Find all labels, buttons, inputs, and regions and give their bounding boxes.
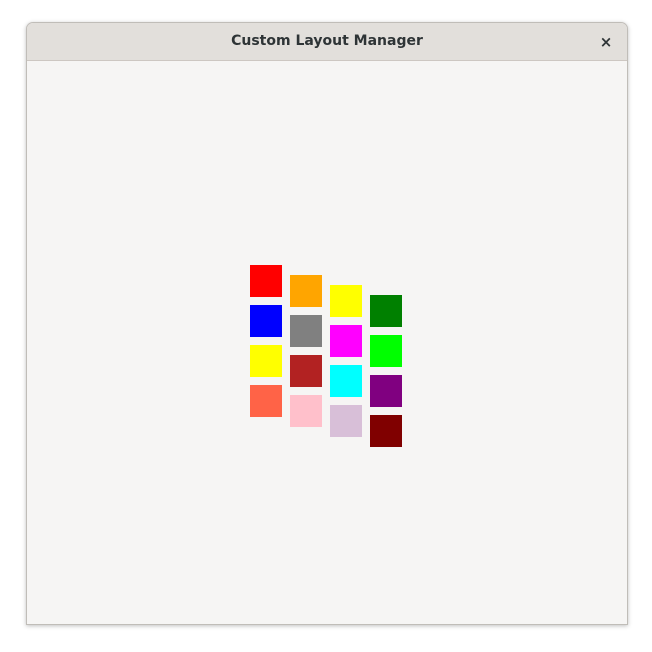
- swatch-thistle: [330, 405, 362, 437]
- swatch-blue: [250, 305, 282, 337]
- swatch-maroon: [370, 415, 402, 447]
- swatch-lime: [370, 335, 402, 367]
- swatch-orange: [290, 275, 322, 307]
- swatch-yellow-2: [330, 285, 362, 317]
- content-area: [27, 61, 627, 624]
- swatch-purple: [370, 375, 402, 407]
- swatch-pink: [290, 395, 322, 427]
- swatch-firebrick: [290, 355, 322, 387]
- app-window: Custom Layout Manager ×: [26, 22, 628, 625]
- title-bar[interactable]: Custom Layout Manager ×: [27, 23, 627, 61]
- window-title: Custom Layout Manager: [231, 33, 423, 49]
- swatch-red: [250, 265, 282, 297]
- swatch-yellow: [250, 345, 282, 377]
- swatch-green: [370, 295, 402, 327]
- swatch-gray: [290, 315, 322, 347]
- close-icon[interactable]: ×: [595, 31, 617, 53]
- swatch-cyan: [330, 365, 362, 397]
- swatch-tomato: [250, 385, 282, 417]
- swatch-magenta: [330, 325, 362, 357]
